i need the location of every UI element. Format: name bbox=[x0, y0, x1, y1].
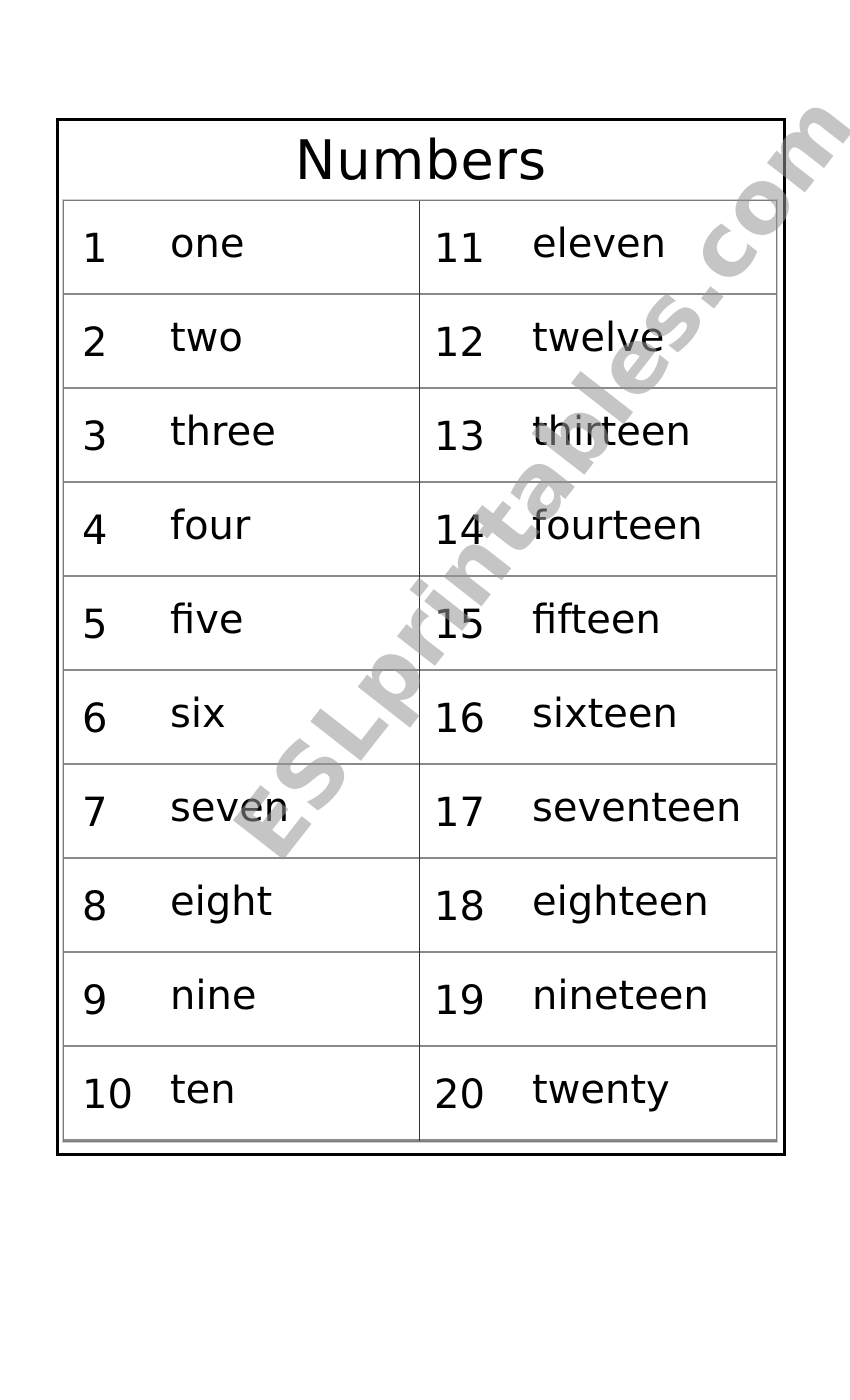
number-digit: 17 bbox=[434, 790, 485, 836]
number-word: nineteen bbox=[532, 973, 709, 1019]
number-digit: 8 bbox=[82, 884, 108, 930]
column-divider bbox=[419, 201, 420, 1141]
number-cell-right: 15 fifteen bbox=[420, 577, 776, 669]
number-word: five bbox=[170, 597, 244, 643]
table-row: 5 five 15 fifteen bbox=[64, 577, 776, 671]
number-cell-left: 5 five bbox=[64, 577, 419, 669]
number-digit: 14 bbox=[434, 508, 485, 554]
number-word: nine bbox=[170, 973, 257, 1019]
number-cell-right: 13 thirteen bbox=[420, 389, 776, 481]
number-cell-left: 4 four bbox=[64, 483, 419, 575]
number-cell-left: 9 nine bbox=[64, 953, 419, 1045]
table-row: 1 one 11 eleven bbox=[64, 201, 776, 295]
table-row: 8 eight 18 eighteen bbox=[64, 859, 776, 953]
number-digit: 2 bbox=[82, 320, 108, 366]
numbers-table: 10 ten 20 twenty 9 nine 19 nineteen 8 eight 18 eigh… bbox=[63, 200, 777, 1142]
number-digit: 16 bbox=[434, 696, 485, 742]
number-word: fifteen bbox=[532, 597, 661, 643]
number-cell-right: 18 eighteen bbox=[420, 859, 776, 951]
number-digit: 11 bbox=[434, 226, 485, 272]
number-word: ten bbox=[170, 1067, 236, 1113]
number-digit: 18 bbox=[434, 884, 485, 930]
number-word: four bbox=[170, 503, 251, 549]
number-digit: 1 bbox=[82, 226, 108, 272]
page-title: Numbers bbox=[294, 129, 548, 192]
number-cell-right: 20 twenty bbox=[420, 1047, 776, 1139]
number-word: twenty bbox=[532, 1067, 670, 1113]
number-digit: 20 bbox=[434, 1072, 485, 1118]
number-digit: 15 bbox=[434, 602, 485, 648]
number-word: seven bbox=[170, 785, 290, 831]
number-word: eighteen bbox=[532, 879, 709, 925]
number-digit: 13 bbox=[434, 414, 485, 460]
number-cell-left: 6 six bbox=[64, 671, 419, 763]
number-cell-left: 8 eight bbox=[64, 859, 419, 951]
table-row: 9 nine 19 nineteen bbox=[64, 953, 776, 1047]
number-digit: 10 bbox=[82, 1072, 133, 1118]
number-digit: 9 bbox=[82, 978, 108, 1024]
number-digit: 12 bbox=[434, 320, 485, 366]
number-digit: 7 bbox=[82, 790, 108, 836]
table-row: 6 six 16 sixteen bbox=[64, 671, 776, 765]
number-word: thirteen bbox=[532, 409, 691, 455]
number-word: two bbox=[170, 315, 243, 361]
number-cell-right: 11 eleven bbox=[420, 201, 776, 293]
table-row: 3 three 13 thirteen bbox=[64, 389, 776, 483]
worksheet: Numbers 10 ten 20 twenty 9 nine 19 nineteen 8 eig… bbox=[56, 118, 786, 1156]
number-digit: 4 bbox=[82, 508, 108, 554]
number-cell-right: 14 fourteen bbox=[420, 483, 776, 575]
number-cell-right: 19 nineteen bbox=[420, 953, 776, 1045]
table-row: 7 seven 17 seventeen bbox=[64, 765, 776, 859]
number-word: fourteen bbox=[532, 503, 703, 549]
number-cell-right: 16 sixteen bbox=[420, 671, 776, 763]
number-digit: 6 bbox=[82, 696, 108, 742]
number-cell-left: 10 ten bbox=[64, 1047, 419, 1139]
number-word: twelve bbox=[532, 315, 665, 361]
number-digit: 3 bbox=[82, 414, 108, 460]
number-word: eight bbox=[170, 879, 273, 925]
number-cell-left: 1 one bbox=[64, 201, 419, 293]
number-cell-left: 3 three bbox=[64, 389, 419, 481]
number-word: six bbox=[170, 691, 226, 737]
number-digit: 5 bbox=[82, 602, 108, 648]
number-word: one bbox=[170, 221, 245, 267]
number-word: three bbox=[170, 409, 276, 455]
table-row: 2 two 12 twelve bbox=[64, 295, 776, 389]
number-cell-right: 17 seventeen bbox=[420, 765, 776, 857]
table-row: 10 ten 20 twenty bbox=[64, 1047, 776, 1141]
number-cell-left: 2 two bbox=[64, 295, 419, 387]
table-row: 4 four 14 fourteen bbox=[64, 483, 776, 577]
number-cell-left: 7 seven bbox=[64, 765, 419, 857]
number-word: seventeen bbox=[532, 785, 742, 831]
number-cell-right: 12 twelve bbox=[420, 295, 776, 387]
number-digit: 19 bbox=[434, 978, 485, 1024]
number-word: eleven bbox=[532, 221, 666, 267]
number-word: sixteen bbox=[532, 691, 678, 737]
